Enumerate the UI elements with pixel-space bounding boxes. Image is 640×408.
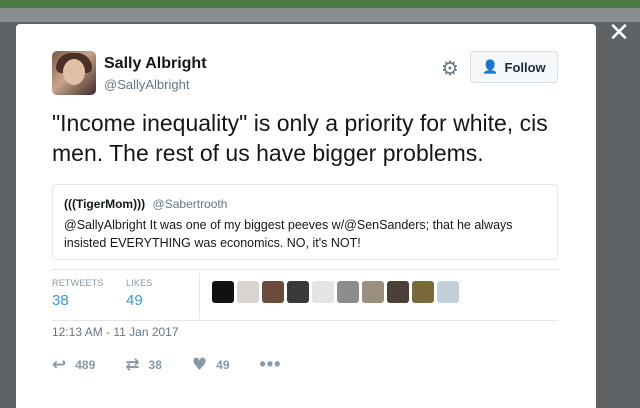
liker-avatar[interactable]	[287, 281, 309, 303]
quoted-tweet-text: @SallyAlbright It was one of my biggest …	[64, 218, 513, 250]
more-icon: •••	[259, 354, 282, 374]
retweet-button[interactable]: ⇄ 38	[125, 355, 162, 375]
retweet-icon: ⇄	[125, 354, 140, 375]
retweets-count: 38	[52, 292, 69, 309]
liker-avatar[interactable]	[237, 281, 259, 303]
retweet-count: 38	[148, 357, 162, 372]
author-handle[interactable]: @SallyAlbright	[104, 77, 189, 92]
tweet-timestamp[interactable]: 12:13 AM - 11 Jan 2017	[52, 325, 179, 339]
reply-count: 489	[75, 357, 96, 372]
reply-button[interactable]: ↩ 489	[52, 355, 95, 375]
stats-top-divider	[52, 269, 558, 270]
follow-label: Follow	[504, 59, 546, 75]
tweet-text: "Income inequality" is only a priority f…	[52, 110, 548, 166]
liker-avatar[interactable]	[212, 281, 234, 303]
likes-stat[interactable]: LIKES 49	[126, 278, 153, 309]
avatar-face	[63, 59, 85, 85]
likes-count: 49	[126, 292, 143, 309]
avatar[interactable]	[52, 51, 96, 95]
reply-icon: ↩	[52, 354, 67, 375]
more-button[interactable]: •••	[260, 354, 282, 375]
gear-icon[interactable]: ⚙	[440, 58, 460, 78]
liker-avatar[interactable]	[262, 281, 284, 303]
liker-avatar[interactable]	[312, 281, 334, 303]
liker-avatars	[212, 281, 459, 303]
quoted-tweet-author-name: (((TigerMom)))	[64, 197, 146, 211]
stats-separator	[199, 273, 200, 319]
like-button[interactable]: ♥ 49	[192, 355, 230, 375]
heart-icon: ♥	[191, 354, 208, 375]
liker-avatar[interactable]	[337, 281, 359, 303]
tweet-actions: ↩ 489 ⇄ 38 ♥ 49 •••	[52, 354, 311, 375]
liker-avatar[interactable]	[387, 281, 409, 303]
retweets-stat[interactable]: RETWEETS 38	[52, 278, 104, 309]
quoted-tweet-header: (((TigerMom))) @Sabertrooth	[64, 195, 546, 213]
quoted-tweet[interactable]: (((TigerMom))) @Sabertrooth @SallyAlbrig…	[52, 184, 558, 260]
close-icon[interactable]: ✕	[608, 20, 630, 46]
author-name[interactable]: Sally Albright	[104, 55, 207, 73]
retweets-label: RETWEETS	[52, 278, 104, 288]
background-header-bar	[0, 0, 640, 8]
tweet-modal: Sally Albright @SallyAlbright ⚙ 👤 Follow…	[16, 24, 596, 408]
liker-avatar[interactable]	[437, 281, 459, 303]
liker-avatar[interactable]	[412, 281, 434, 303]
like-count: 49	[216, 357, 230, 372]
likes-label: LIKES	[126, 278, 153, 288]
add-person-icon: 👤	[482, 59, 499, 75]
stats-bottom-divider	[52, 320, 558, 321]
follow-button[interactable]: 👤 Follow	[470, 51, 558, 83]
quoted-tweet-author-handle: @Sabertrooth	[152, 197, 228, 211]
liker-avatar[interactable]	[362, 281, 384, 303]
background-nav-bar	[0, 8, 640, 22]
